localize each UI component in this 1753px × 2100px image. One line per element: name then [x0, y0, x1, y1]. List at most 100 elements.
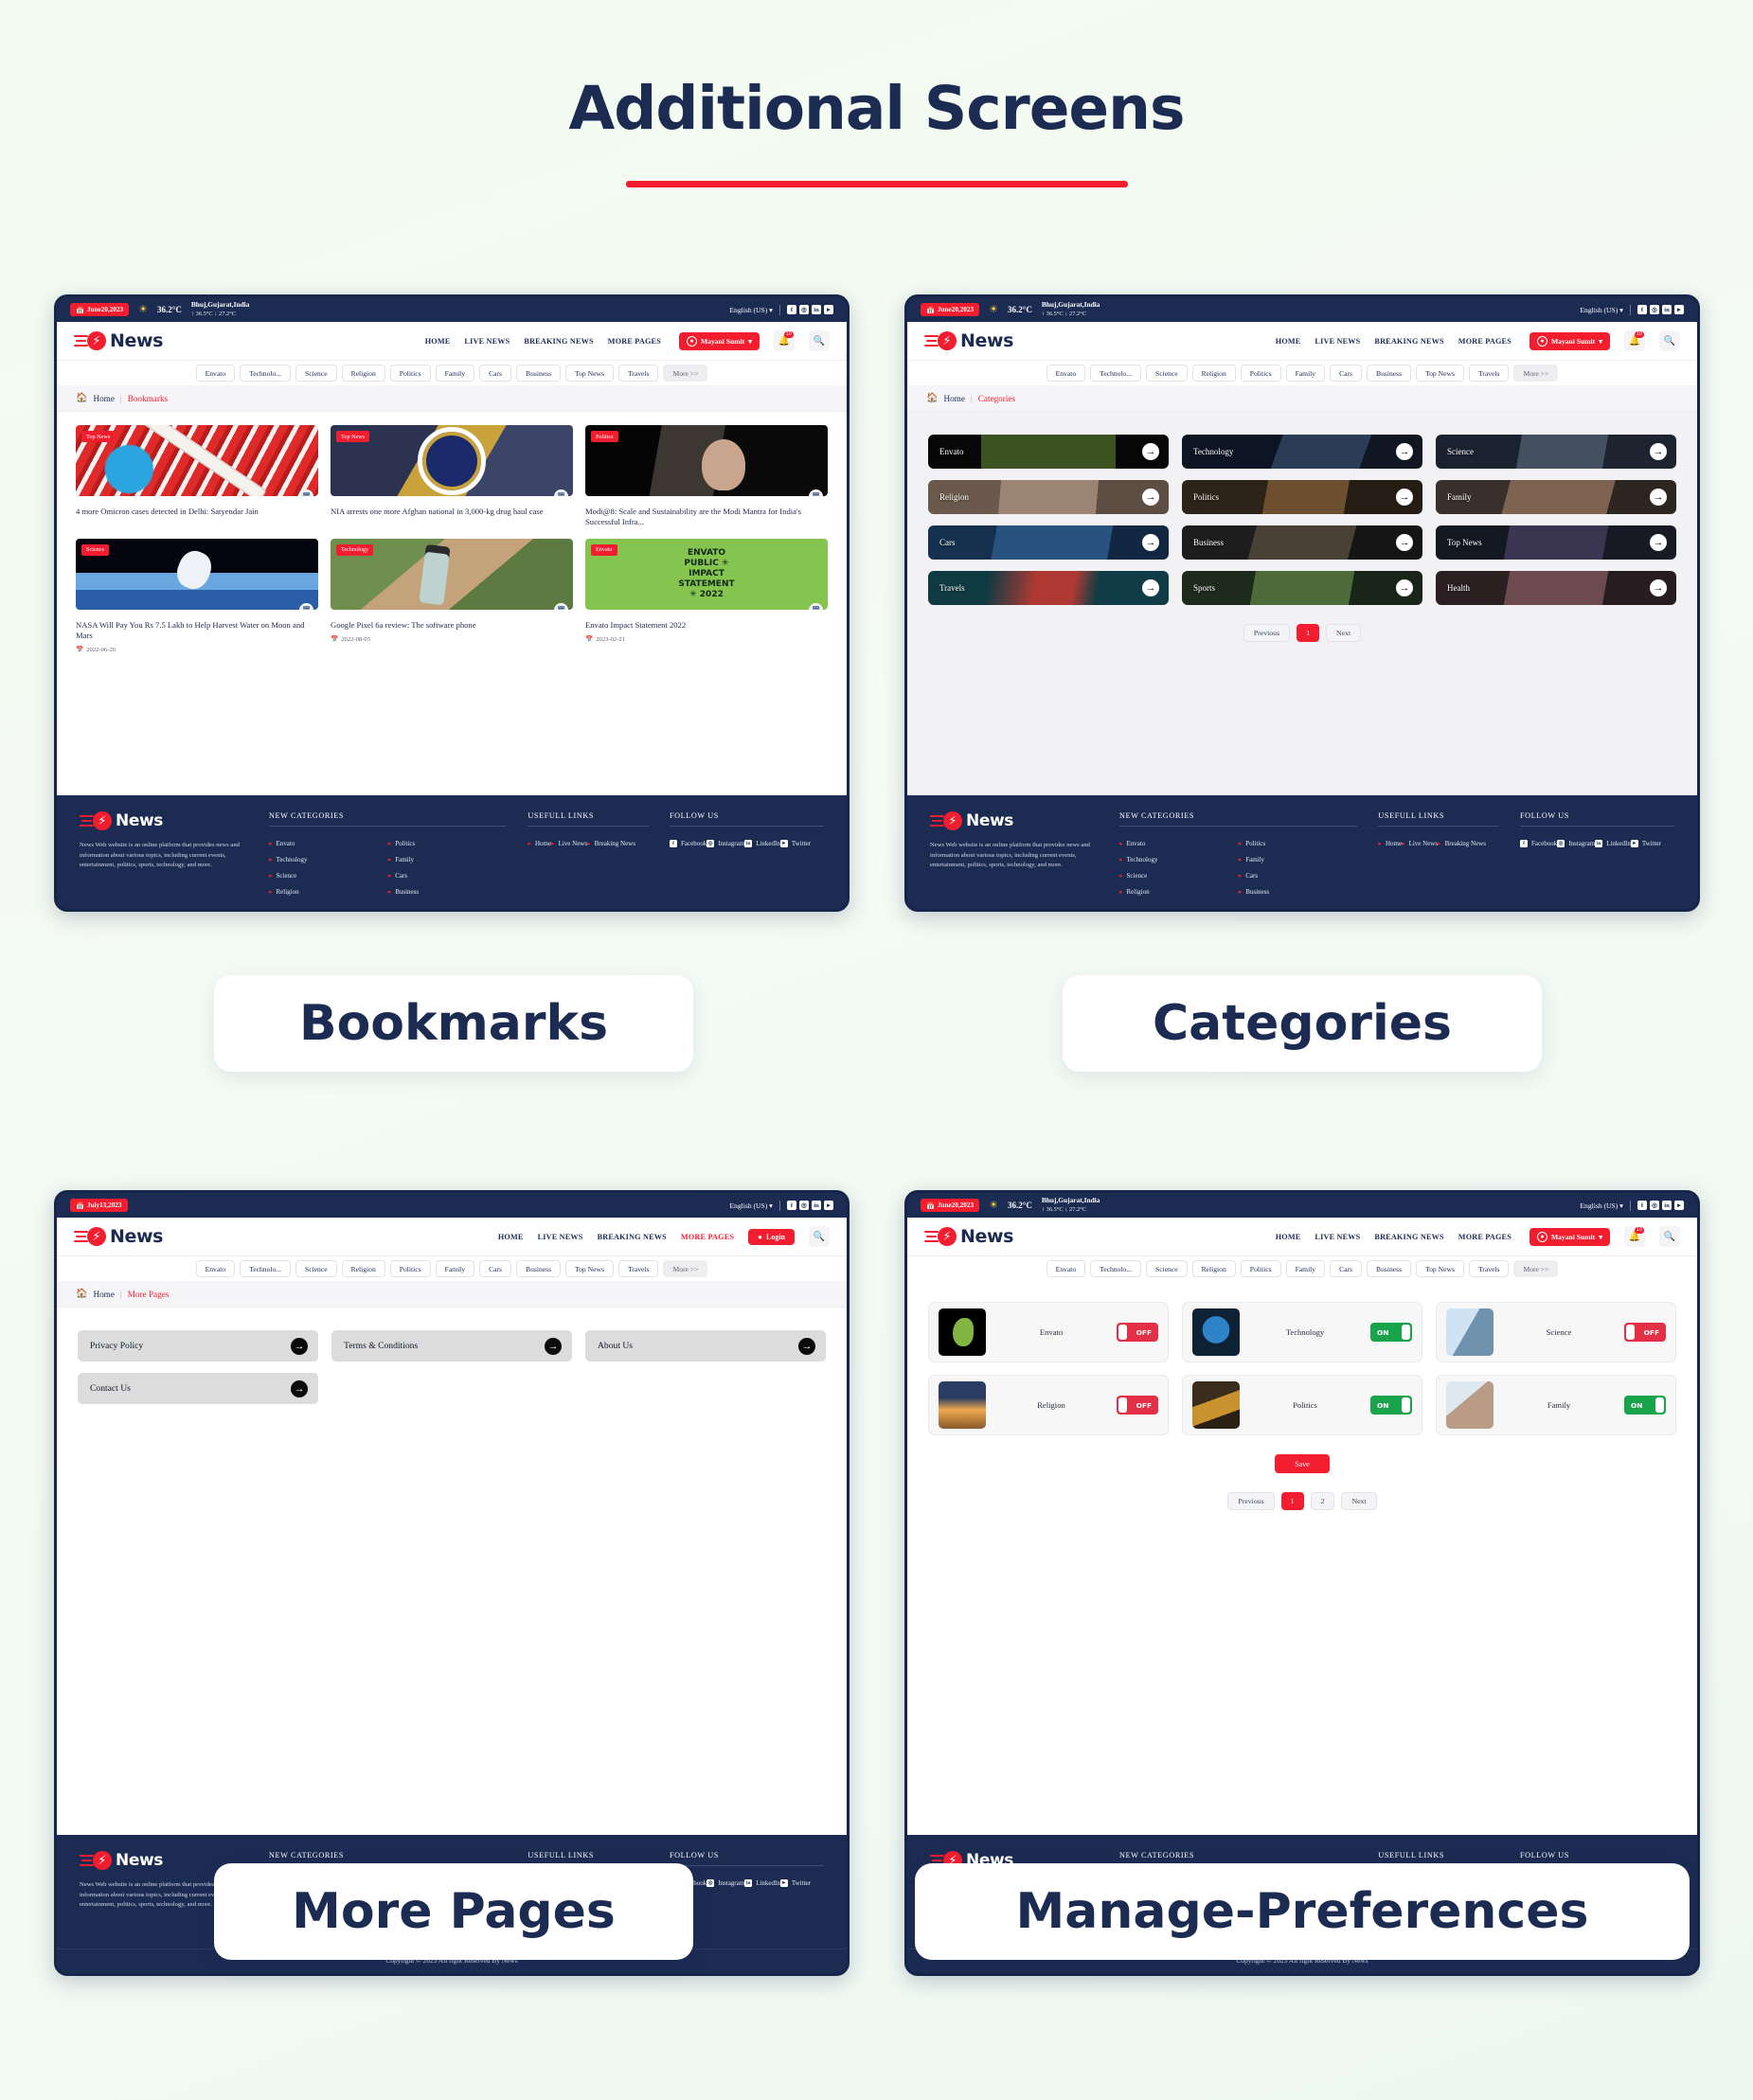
search-button[interactable]: 🔍: [809, 1226, 830, 1247]
footer-link-envato[interactable]: ▸Envato: [269, 835, 388, 851]
bookmark-thumbnail[interactable]: Technology 🗑: [331, 538, 573, 610]
nav-home[interactable]: HOME: [425, 337, 451, 346]
bookmark-title[interactable]: NIA arrests one more Afghan national in …: [331, 507, 573, 517]
arrow-right-icon[interactable]: →: [1650, 443, 1667, 460]
category-tile-sports[interactable]: Sports →: [1182, 571, 1422, 605]
chip-travels[interactable]: Travels: [1468, 1260, 1510, 1277]
arrow-right-icon[interactable]: →: [798, 1337, 815, 1355]
category-tile-science[interactable]: Science →: [1436, 435, 1676, 469]
arrow-right-icon[interactable]: →: [1142, 443, 1159, 460]
footer-link-live-news[interactable]: ▸Live News: [1402, 835, 1438, 851]
footer-link-family[interactable]: ▸Family: [1239, 851, 1358, 867]
footer-instagram-link[interactable]: ◎Instagram: [707, 1875, 744, 1891]
bookmark-card[interactable]: Technology 🗑 Google Pixel 6a review: The…: [331, 538, 573, 654]
footer-link-envato[interactable]: ▸Envato: [1119, 835, 1239, 851]
nav-home[interactable]: HOME: [1276, 1233, 1301, 1241]
preference-toggle[interactable]: ON: [1624, 1396, 1666, 1415]
search-button[interactable]: 🔍: [1659, 330, 1680, 351]
bookmark-title[interactable]: Google Pixel 6a review: The software pho…: [331, 620, 573, 631]
footer-link-science[interactable]: ▸Science: [1119, 867, 1239, 883]
bookmark-card[interactable]: Top News 🗑 NIA arrests one more Afghan n…: [331, 425, 573, 528]
chip-politics[interactable]: Politics: [1240, 1260, 1281, 1277]
user-menu-button[interactable]: ● Mayani Sumit ▾: [1529, 331, 1610, 350]
chip-cars[interactable]: Cars: [479, 365, 512, 382]
chip-business[interactable]: Business: [1367, 1260, 1412, 1277]
pagination-next[interactable]: Next: [1326, 624, 1362, 642]
linkedin-icon[interactable]: in: [812, 1201, 821, 1210]
nav-more-pages[interactable]: MORE PAGES: [1458, 337, 1512, 346]
arrow-right-icon[interactable]: →: [291, 1379, 308, 1397]
page-tile-about-us[interactable]: About Us →: [585, 1330, 826, 1361]
chip-envato[interactable]: Envato: [195, 1260, 236, 1277]
footer-link-cars[interactable]: ▸Cars: [388, 867, 508, 883]
arrow-right-icon[interactable]: →: [1650, 579, 1667, 596]
footer-linkedin-link[interactable]: inLinkedIn: [1595, 835, 1631, 851]
language-selector[interactable]: English (US) ▾: [1580, 1201, 1623, 1210]
footer-instagram-link[interactable]: ◎Instagram: [1557, 835, 1595, 851]
chip-business[interactable]: Business: [516, 1260, 562, 1277]
instagram-icon[interactable]: ◎: [1650, 305, 1659, 314]
chip-top-news[interactable]: Top News: [565, 365, 614, 382]
chip-more[interactable]: More >>: [1513, 1260, 1559, 1277]
facebook-icon[interactable]: f: [1637, 1201, 1647, 1210]
footer-logo[interactable]: ⚡ News: [930, 811, 1099, 830]
linkedin-icon[interactable]: in: [1662, 1201, 1672, 1210]
chip-politics[interactable]: Politics: [1240, 365, 1281, 382]
pagination-page-1[interactable]: 1: [1280, 1492, 1304, 1510]
nav-more-pages[interactable]: MORE PAGES: [681, 1233, 734, 1241]
category-tile-cars[interactable]: Cars →: [928, 525, 1169, 560]
arrow-right-icon[interactable]: →: [291, 1337, 308, 1355]
footer-link-breaking-news[interactable]: ▸Breaking News: [1438, 835, 1486, 851]
footer-link-technology[interactable]: ▸Technology: [1119, 851, 1239, 867]
footer-link-breaking-news[interactable]: ▸Breaking News: [587, 835, 635, 851]
arrow-right-icon[interactable]: →: [1142, 489, 1159, 506]
nav-live-news[interactable]: LIVE NEWS: [1315, 1233, 1360, 1241]
chip-travels[interactable]: Travels: [617, 1260, 659, 1277]
language-selector[interactable]: English (US) ▾: [1580, 306, 1623, 314]
nav-home[interactable]: HOME: [498, 1233, 524, 1241]
bookmark-thumbnail[interactable]: Politics 🗑: [585, 425, 828, 496]
notifications-button[interactable]: 🔔 10: [1624, 330, 1645, 351]
category-tile-envato[interactable]: Envato →: [928, 435, 1169, 469]
chip-religion[interactable]: Religion: [341, 365, 385, 382]
nav-breaking-news[interactable]: BREAKING NEWS: [1374, 337, 1443, 346]
brand-logo[interactable]: ⚡ News: [924, 1226, 1013, 1247]
notifications-button[interactable]: 🔔 10: [1624, 1226, 1645, 1247]
chip-family[interactable]: Family: [1285, 365, 1326, 382]
nav-live-news[interactable]: LIVE NEWS: [1315, 337, 1360, 346]
footer-link-politics[interactable]: ▸Politics: [1239, 835, 1358, 851]
chip-religion[interactable]: Religion: [1191, 365, 1236, 382]
login-button[interactable]: ● Login: [748, 1228, 795, 1245]
category-tile-top-news[interactable]: Top News →: [1436, 525, 1676, 560]
category-tile-politics[interactable]: Politics →: [1182, 480, 1422, 514]
pagination-page-2[interactable]: 2: [1310, 1492, 1335, 1510]
chip-science[interactable]: Science: [1145, 365, 1188, 382]
preference-toggle[interactable]: ON: [1370, 1396, 1412, 1415]
footer-linkedin-link[interactable]: inLinkedIn: [744, 1875, 780, 1891]
category-tile-business[interactable]: Business →: [1182, 525, 1422, 560]
chip-more[interactable]: More >>: [663, 1260, 708, 1277]
arrow-right-icon[interactable]: →: [1142, 579, 1159, 596]
instagram-icon[interactable]: ◎: [799, 1201, 809, 1210]
chip-envato[interactable]: Envato: [1046, 1260, 1086, 1277]
twitter-icon[interactable]: ►: [1674, 1201, 1684, 1210]
bookmark-thumbnail[interactable]: Science 🗑: [76, 538, 318, 610]
chip-more[interactable]: More >>: [663, 365, 708, 382]
breadcrumb-home[interactable]: Home: [943, 394, 964, 403]
arrow-right-icon[interactable]: →: [1396, 489, 1413, 506]
footer-facebook-link[interactable]: fFacebook: [669, 835, 707, 851]
chip-cars[interactable]: Cars: [1330, 1260, 1363, 1277]
footer-linkedin-link[interactable]: inLinkedIn: [744, 835, 780, 851]
bookmark-card[interactable]: Science 🗑 NASA Will Pay You Rs 7.5 Lakh …: [76, 538, 318, 653]
footer-link-religion[interactable]: ▸Religion: [1119, 883, 1239, 899]
chip-more[interactable]: More >>: [1513, 365, 1559, 382]
category-tile-religion[interactable]: Religion →: [928, 480, 1169, 514]
chip-business[interactable]: Business: [516, 365, 562, 382]
nav-breaking-news[interactable]: BREAKING NEWS: [524, 337, 593, 346]
breadcrumb-home[interactable]: Home: [93, 1290, 114, 1299]
footer-twitter-link[interactable]: ►Twitter: [779, 1875, 811, 1891]
chip-family[interactable]: Family: [1285, 1260, 1326, 1277]
footer-link-family[interactable]: ▸Family: [388, 851, 508, 867]
arrow-right-icon[interactable]: →: [1396, 579, 1413, 596]
brand-logo[interactable]: ⚡ News: [924, 330, 1013, 351]
